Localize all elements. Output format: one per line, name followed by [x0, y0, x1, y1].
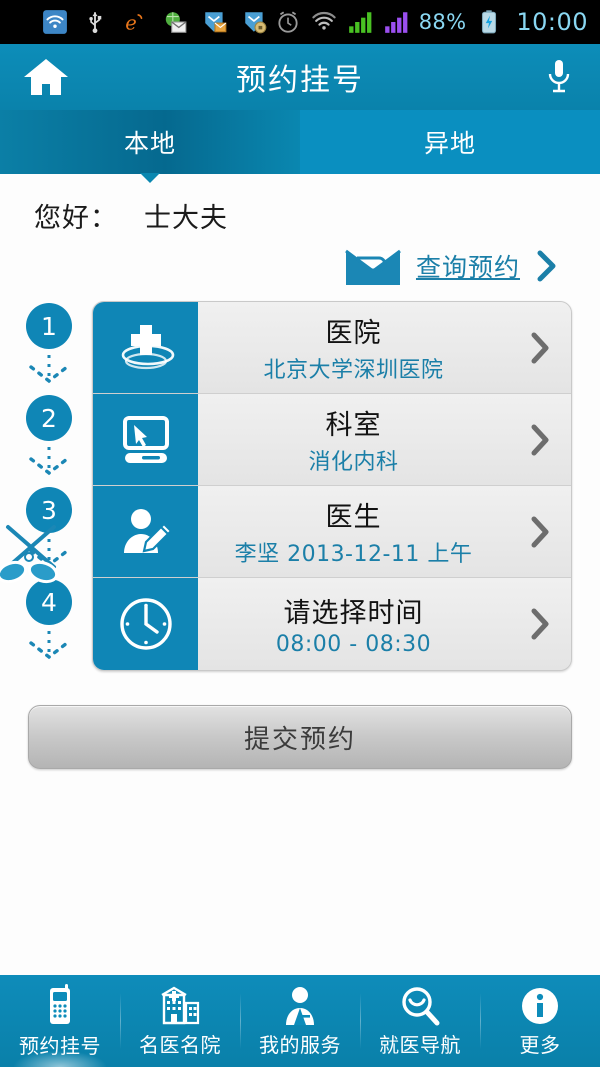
row-hospital-value: 北京大学深圳医院 [263, 358, 444, 383]
row-time[interactable]: 请选择时间 08:00 - 08:30 [93, 578, 571, 670]
chevron-right-icon [531, 332, 549, 363]
status-bar: e 88% 10:00 [0, 0, 600, 44]
nav-item-hospitals[interactable]: 名医名院 [120, 975, 240, 1067]
chevron-right-icon [531, 516, 549, 547]
app-screen: e 88% 10:00 预约挂号 本地 异地 您好： 士大夫 查询预约 1 2 … [0, 0, 600, 1067]
dotted-arrow-down-icon [29, 355, 69, 384]
tab-local-label: 本地 [123, 129, 176, 158]
row-time-body: 请选择时间 08:00 - 08:30 [198, 578, 509, 670]
row-time-title: 请选择时间 [283, 598, 424, 629]
tab-bar: 本地 异地 [0, 110, 600, 183]
step-1: 1 [10, 303, 88, 395]
row-department-icon-tile [93, 394, 198, 485]
greeting-label: 您好： [34, 203, 118, 234]
row-doctor-body: 医生 李坚 2013-12-11 上午 [198, 486, 509, 577]
row-hospital[interactable]: 医院 北京大学深圳医院 [93, 302, 571, 394]
bottom-navigation: 预约挂号 名医名院 我的服务 就医导航 更多 [0, 975, 600, 1067]
step-indicator-column: 1 2 3 4 [0, 303, 88, 671]
query-appointment-row[interactable]: 查询预约 [0, 235, 600, 287]
nav-item-appointment-label: 预约挂号 [19, 1033, 101, 1058]
submit-appointment-label: 提交预约 [243, 724, 356, 755]
row-doctor[interactable]: 医生 李坚 2013-12-11 上午 [93, 486, 571, 578]
row-doctor-title: 医生 [325, 502, 382, 533]
wifi-signal-icon [43, 10, 67, 34]
nav-item-navigation[interactable]: 就医导航 [360, 975, 480, 1067]
doctor-person-icon [286, 986, 314, 1025]
dotted-arrow-down-icon [29, 631, 69, 660]
nav-item-more-label: 更多 [519, 1032, 561, 1057]
signal-bars-green-icon [348, 12, 372, 33]
row-department-value: 消化内科 [308, 450, 399, 475]
mail-badge-icon [205, 12, 227, 33]
step-2: 2 [10, 395, 88, 487]
magnifier-icon [402, 986, 440, 1025]
nav-item-more[interactable]: 更多 [480, 975, 600, 1067]
step-2-circle: 2 [26, 395, 72, 441]
envelope-icon [345, 249, 401, 285]
svg-text:e: e [125, 12, 137, 35]
greeting-username: 士大夫 [144, 203, 228, 234]
person-pencil-icon [123, 508, 173, 553]
dotted-arrow-down-icon [29, 447, 69, 476]
tab-remote-label: 异地 [423, 129, 476, 158]
scissors-icon [0, 525, 59, 584]
wifi-icon [312, 11, 336, 30]
battery-charging-icon [482, 10, 497, 34]
nav-item-appointment[interactable]: 预约挂号 [0, 975, 120, 1067]
email-globe-icon [165, 12, 187, 33]
nav-item-navigation-label: 就医导航 [379, 1032, 461, 1057]
booking-card: 医院 北京大学深圳医院 科室 消化内科 医生 李坚 2013-12-11 上午 … [92, 301, 572, 671]
query-appointment-label: 查询预约 [415, 253, 520, 282]
row-department[interactable]: 科室 消化内科 [93, 394, 571, 486]
booking-steps-section: 1 2 3 4 医院 北京大学深圳医院 科室 消化内科 医生 李坚 2013-1… [0, 287, 600, 769]
submit-appointment-button[interactable]: 提交预约 [28, 705, 572, 769]
monitor-cursor-icon [122, 415, 169, 463]
row-department-body: 科室 消化内科 [198, 394, 509, 485]
nav-item-services-label: 我的服务 [259, 1032, 341, 1057]
e-browser-icon: e [125, 12, 143, 35]
row-hospital-icon-tile [93, 302, 198, 393]
tab-local[interactable]: 本地 [0, 110, 300, 183]
row-doctor-chevron[interactable] [509, 486, 571, 577]
row-doctor-icon-tile [93, 486, 198, 577]
greeting: 您好： 士大夫 [0, 174, 600, 235]
clock-time: 10:00 [516, 8, 588, 36]
step-4: 4 [10, 579, 88, 671]
row-department-title: 科室 [325, 410, 382, 441]
row-hospital-body: 医院 北京大学深圳医院 [198, 302, 509, 393]
nav-item-hospitals-label: 名医名院 [139, 1032, 221, 1057]
chevron-right-icon [531, 608, 549, 640]
microphone-icon [548, 60, 570, 93]
row-hospital-chevron[interactable] [509, 302, 571, 393]
row-time-icon-tile [93, 578, 198, 670]
home-icon [24, 59, 68, 95]
tab-remote[interactable]: 异地 [300, 110, 600, 174]
app-header: 预约挂号 [0, 44, 600, 110]
row-department-chevron[interactable] [509, 394, 571, 485]
voice-search-button[interactable] [536, 53, 582, 101]
step-1-circle: 1 [26, 303, 72, 349]
row-time-chevron[interactable] [509, 578, 571, 670]
alarm-clock-icon [278, 11, 298, 33]
chevron-right-icon [531, 424, 549, 455]
page-title: 预约挂号 [236, 63, 364, 98]
info-circle-icon [522, 987, 558, 1024]
usb-icon [89, 12, 102, 34]
status-bar-system: 88% 10:00 [275, 8, 588, 36]
chevron-right-icon[interactable] [534, 249, 560, 283]
clock-icon [119, 598, 172, 650]
mobile-phone-icon [50, 983, 70, 1024]
signal-bars-purple-icon [384, 12, 408, 33]
row-doctor-value: 李坚 2013-12-11 上午 [234, 542, 473, 567]
mail-lock-icon [245, 12, 267, 34]
nav-item-services[interactable]: 我的服务 [240, 975, 360, 1067]
status-bar-notifications: e [12, 9, 275, 35]
hospital-building-icon [161, 986, 200, 1024]
hospital-cross-icon [121, 324, 174, 369]
home-button[interactable] [18, 53, 74, 101]
row-time-value: 08:00 - 08:30 [275, 632, 432, 657]
row-hospital-title: 医院 [325, 318, 382, 349]
battery-percent: 88% [418, 10, 467, 34]
